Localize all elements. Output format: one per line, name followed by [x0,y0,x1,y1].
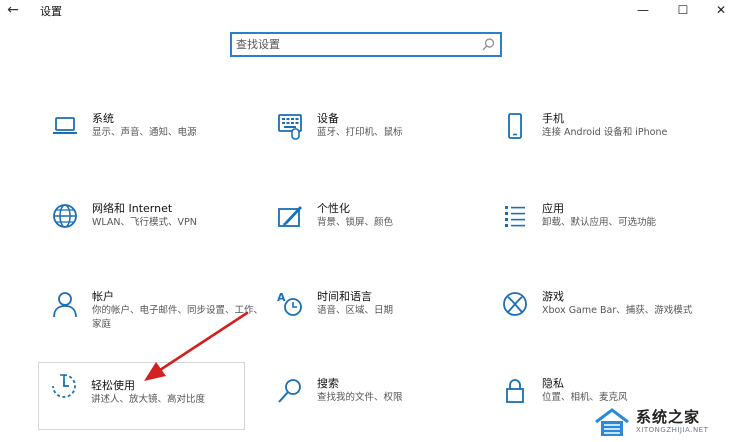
tile-name: 游戏 [542,290,564,303]
tile-description: 你的帐户、电子邮件、同步设置、工作、家庭 [92,305,264,330]
svg-text:A: A [277,291,286,304]
tile-name: 搜索 [317,377,339,390]
tile-description: 查找我的文件、权限 [317,392,403,403]
window-title: 设置 [40,5,62,18]
tile-personalization[interactable]: 个性化 背景、锁屏、颜色 [265,195,495,261]
tile-name: 时间和语言 [317,290,372,303]
tile-name: 设备 [317,112,339,125]
tile-search[interactable]: 搜索 查找我的文件、权限 [265,370,495,436]
tile-description: 背景、锁屏、颜色 [317,217,394,228]
tile-description: 语音、区域、日期 [317,305,394,316]
tile-phone[interactable]: 手机 连接 Android 设备和 iPhone [490,105,720,171]
title-bar: ← 设置 — ☐ ✕ [0,0,744,20]
tile-name: 网络和 Internet [92,202,173,215]
tile-network[interactable]: 网络和 Internet WLAN、飞行模式、VPN [40,195,270,261]
globe-icon [53,204,77,228]
tile-system[interactable]: 系统 显示、声音、通知、电源 [40,105,270,171]
tile-name: 隐私 [542,377,564,390]
search-icon [278,379,301,403]
watermark: 系统之家 XITONGZHIJIA.NET [592,406,740,438]
tile-description: Xbox Game Bar、捕获、游戏模式 [542,305,693,316]
apps-list-icon [505,206,525,227]
brush-icon [278,206,302,227]
tile-devices[interactable]: 设备 蓝牙、打印机、鼠标 [265,105,495,171]
tile-name: 帐户 [92,290,114,303]
minimize-button[interactable]: — [628,1,658,19]
watermark-text: 系统之家 [636,408,701,426]
settings-search-box[interactable] [230,32,502,57]
tile-gaming[interactable]: 游戏 Xbox Game Bar、捕获、游戏模式 [490,283,720,349]
lock-icon [506,379,524,403]
time-language-icon: A [277,291,302,316]
tile-description: 讲述人、放大镜、高对比度 [91,394,206,405]
tile-time-language[interactable]: A 时间和语言 语音、区域、日期 [265,283,495,349]
keyboard-icon [278,114,302,140]
tile-description: 显示、声音、通知、电源 [92,127,197,138]
tile-accounts[interactable]: 帐户 你的帐户、电子邮件、同步设置、工作、家庭 [40,283,270,349]
tile-apps[interactable]: 应用 卸载、默认应用、可选功能 [490,195,720,261]
back-arrow-icon[interactable]: ← [4,1,22,19]
tile-description: 位置、相机、麦克风 [542,392,628,403]
tile-description: 卸载、默认应用、可选功能 [542,217,657,228]
tile-description: 连接 Android 设备和 iPhone [542,127,668,138]
close-button[interactable]: ✕ [706,1,736,19]
tile-name: 轻松使用 [91,379,135,392]
xbox-icon [503,292,527,316]
laptop-icon [53,117,77,134]
ease-of-access-icon [52,374,76,398]
tile-description: 蓝牙、打印机、鼠标 [317,127,403,138]
search-input[interactable] [236,36,476,53]
tile-name: 个性化 [317,202,350,215]
person-icon [53,292,77,318]
tile-name: 应用 [542,202,564,215]
tile-name: 手机 [542,112,564,125]
tile-name: 系统 [92,112,114,125]
watermark-url: XITONGZHIJIA.NET [636,426,709,434]
tile-ease-of-access[interactable]: 轻松使用 讲述人、放大镜、高对比度 [38,362,245,430]
house-logo-icon [595,408,629,436]
tile-description: WLAN、飞行模式、VPN [92,217,197,228]
maximize-button[interactable]: ☐ [668,1,698,19]
search-icon[interactable] [480,36,496,53]
phone-icon [508,113,522,139]
